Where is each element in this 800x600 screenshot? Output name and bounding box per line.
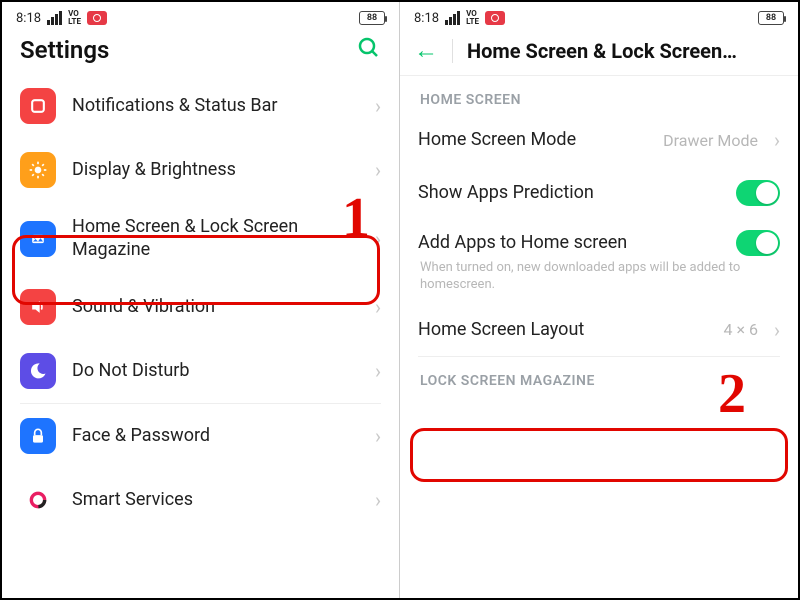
notifications-icon bbox=[20, 88, 56, 124]
annotation-box-2 bbox=[410, 428, 788, 482]
page-title: Home Screen & Lock Screen… bbox=[467, 39, 737, 63]
homescreen-icon bbox=[20, 221, 56, 257]
chevron-right-icon: › bbox=[375, 158, 381, 182]
row-label: Show Apps Prediction bbox=[418, 182, 720, 205]
chevron-right-icon: › bbox=[375, 94, 381, 118]
section-lock-screen-magazine: LOCK SCREEN MAGAZINE bbox=[400, 357, 798, 395]
toggle-prediction[interactable] bbox=[736, 180, 780, 206]
volte-icon: VOLTE bbox=[68, 10, 81, 26]
settings-header: Settings bbox=[2, 30, 399, 74]
status-bar: 8:18 VOLTE 88 bbox=[2, 2, 399, 30]
row-add-apps-home[interactable]: Add Apps to Home screen bbox=[400, 220, 798, 260]
row-label: Notifications & Status Bar bbox=[72, 95, 359, 118]
lock-icon bbox=[20, 418, 56, 454]
row-dnd[interactable]: Do Not Disturb › bbox=[2, 339, 399, 403]
row-label: Face & Password bbox=[72, 425, 359, 448]
subpage-header: ← Home Screen & Lock Screen… bbox=[400, 30, 798, 76]
row-label: Home Screen & Lock Screen Magazine bbox=[72, 216, 359, 261]
sound-icon bbox=[20, 289, 56, 325]
status-bar: 8:18 VOLTE 88 bbox=[400, 2, 798, 30]
battery-icon: 88 bbox=[758, 11, 784, 25]
moon-icon bbox=[20, 353, 56, 389]
chevron-right-icon: › bbox=[375, 424, 381, 448]
search-icon[interactable] bbox=[357, 36, 381, 64]
brightness-icon bbox=[20, 152, 56, 188]
row-value: Drawer Mode bbox=[663, 131, 758, 150]
smart-icon bbox=[20, 482, 56, 518]
row-label: Display & Brightness bbox=[72, 159, 359, 182]
row-smart-services[interactable]: Smart Services › bbox=[2, 468, 399, 532]
row-sound[interactable]: Sound & Vibration › bbox=[2, 275, 399, 339]
row-face-password[interactable]: Face & Password › bbox=[2, 404, 399, 468]
chevron-right-icon: › bbox=[375, 488, 381, 512]
settings-screen: 8:18 VOLTE 88 Settings Notifications & S… bbox=[2, 2, 400, 598]
row-home-screen-layout[interactable]: Home Screen Layout 4 × 6 › bbox=[400, 304, 798, 356]
row-home-screen-mode[interactable]: Home Screen Mode Drawer Mode › bbox=[400, 114, 798, 166]
page-title: Settings bbox=[20, 36, 109, 64]
screen-record-icon bbox=[87, 11, 107, 25]
signal-icon bbox=[47, 11, 62, 25]
row-label: Home Screen Mode bbox=[418, 129, 647, 152]
section-home-screen: HOME SCREEN bbox=[400, 76, 798, 114]
battery-icon: 88 bbox=[359, 11, 385, 25]
row-label: Smart Services bbox=[72, 489, 359, 512]
chevron-right-icon: › bbox=[375, 295, 381, 319]
homescreen-settings-screen: 8:18 VOLTE 88 ← Home Screen & Lock Scree… bbox=[400, 2, 798, 598]
row-notifications[interactable]: Notifications & Status Bar › bbox=[2, 74, 399, 138]
volte-icon: VOLTE bbox=[466, 10, 479, 26]
row-value: 4 × 6 bbox=[724, 320, 758, 339]
toggle-add-apps[interactable] bbox=[736, 230, 780, 256]
row-label: Do Not Disturb bbox=[72, 360, 359, 383]
back-button[interactable]: ← bbox=[414, 36, 438, 65]
row-label: Sound & Vibration bbox=[72, 296, 359, 319]
signal-icon bbox=[445, 11, 460, 25]
chevron-right-icon: › bbox=[375, 227, 381, 251]
chevron-right-icon: › bbox=[774, 318, 780, 342]
clock: 8:18 bbox=[414, 11, 439, 26]
row-show-apps-prediction[interactable]: Show Apps Prediction bbox=[400, 166, 798, 220]
add-apps-subtext: When turned on, new downloaded apps will… bbox=[400, 260, 798, 304]
row-display[interactable]: Display & Brightness › bbox=[2, 138, 399, 202]
chevron-right-icon: › bbox=[375, 359, 381, 383]
clock: 8:18 bbox=[16, 11, 41, 26]
row-home-lock-screen[interactable]: Home Screen & Lock Screen Magazine › bbox=[2, 202, 399, 275]
chevron-right-icon: › bbox=[774, 128, 780, 152]
screen-record-icon bbox=[485, 11, 505, 25]
row-label: Home Screen Layout bbox=[418, 319, 708, 342]
row-label: Add Apps to Home screen bbox=[418, 232, 720, 255]
divider bbox=[452, 39, 453, 63]
